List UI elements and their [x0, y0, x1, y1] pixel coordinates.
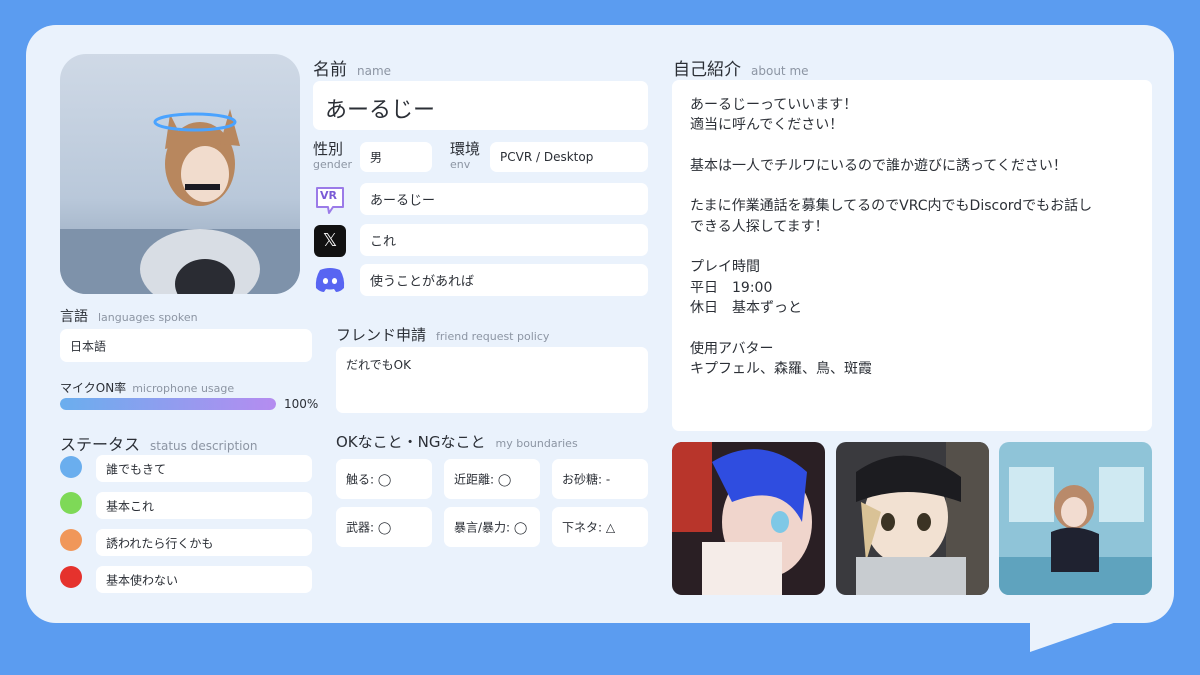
status-sub: status description	[150, 439, 258, 453]
vrchat-field: あーるじー	[360, 183, 648, 215]
friend-sub: friend request policy	[436, 330, 550, 343]
about-text: あーるじーっていいます！ 適当に呼んでください！ 基本は一人でチルワにいるので誰か…	[690, 95, 1134, 379]
vrchat-icon: VR	[314, 184, 346, 216]
status-item-0: 誰でもきて	[96, 455, 312, 482]
name-sub: name	[357, 64, 392, 78]
about-line: キプフェル、森羅、鳥、斑霞	[690, 360, 872, 377]
friend-value: だれでもOK	[346, 358, 411, 372]
status-item-3: 基本使わない	[96, 566, 312, 593]
about-line	[690, 136, 1134, 156]
status-item-1: 基本これ	[96, 492, 312, 519]
boundary-text-0: 触る: ◯	[346, 472, 392, 487]
gallery-photo-2	[836, 442, 989, 595]
name-field: あーるじー	[313, 81, 648, 130]
name-label: 名前	[313, 60, 347, 80]
about-line: たまに作業通話を募集してるのでVRC内でもDiscordでもお話し	[690, 198, 1093, 215]
vrchat-icon-text: VR	[320, 189, 337, 202]
boundary-cell-4: 暴言/暴力: ◯	[444, 507, 540, 547]
friend-label: フレンド申請	[336, 326, 427, 344]
boundaries-sub: my boundaries	[495, 437, 578, 450]
discord-value: 使うことがあれば	[370, 274, 475, 290]
status-header: ステータス status description	[60, 431, 257, 455]
status-text-0: 誰でもきて	[106, 462, 167, 476]
vrchat-value: あーるじー	[370, 193, 436, 209]
gallery-photo-1	[672, 442, 825, 595]
about-line: 適当に呼んでください！	[690, 117, 844, 134]
about-line: あーるじーっていいます！	[690, 97, 858, 113]
boundaries-label: OKなこと・NGなこと	[336, 433, 486, 451]
env-sub: env	[450, 158, 471, 171]
boundary-cell-5: 下ネタ: △	[552, 507, 648, 547]
about-line: 平日 19:00	[690, 279, 773, 296]
discord-field: 使うことがあれば	[360, 264, 648, 296]
gender-label: 性別	[313, 140, 344, 158]
mic-header: マイクON率 microphone usage	[60, 377, 234, 396]
about-line: 使用アバター	[690, 340, 774, 357]
about-label: 自己紹介	[673, 60, 741, 80]
about-line: 休日 基本ずっと	[690, 299, 802, 316]
mic-bar-track	[60, 398, 276, 410]
about-sub: about me	[751, 64, 809, 78]
boundary-text-1: 近距離: ◯	[454, 472, 512, 487]
about-line: プレイ時間	[690, 259, 760, 276]
boundary-text-3: 武器: ◯	[346, 520, 392, 535]
language-header: 言語 languages spoken	[60, 306, 198, 326]
status-label: ステータス	[60, 435, 141, 454]
boundary-text-2: お砂糖: -	[562, 472, 611, 487]
env-field: PCVR / Desktop	[490, 142, 648, 172]
env-header: 環境 env	[450, 140, 481, 171]
status-text-3: 基本使わない	[106, 573, 179, 587]
boundary-cell-0: 触る: ◯	[336, 459, 432, 499]
status-text-2: 誘われたら行くかも	[106, 536, 214, 550]
gender-field: 男	[360, 142, 432, 172]
x-icon: 𝕏	[314, 225, 346, 257]
language-value: 日本語	[70, 339, 107, 353]
boundary-text-5: 下ネタ: △	[562, 520, 616, 535]
gallery-photo-3	[999, 442, 1152, 595]
boundary-cell-2: お砂糖: -	[552, 459, 648, 499]
about-line	[690, 318, 1134, 338]
status-dot-3	[60, 566, 82, 588]
boundary-text-4: 暴言/暴力: ◯	[454, 520, 528, 535]
x-icon-text: 𝕏	[322, 230, 338, 251]
boundary-cell-1: 近距離: ◯	[444, 459, 540, 499]
status-dot-2	[60, 529, 82, 551]
mic-percent: 100%	[284, 397, 319, 411]
discord-icon	[314, 266, 346, 294]
speech-bubble-tail	[1030, 618, 1128, 652]
x-value: これ	[370, 234, 397, 250]
gender-value: 男	[370, 150, 383, 165]
language-sub: languages spoken	[98, 311, 198, 324]
env-value: PCVR / Desktop	[500, 150, 594, 164]
about-line: 基本は一人でチルワにいるので誰か遊びに誘ってください！	[690, 157, 1067, 174]
gender-header: 性別 gender	[313, 140, 352, 171]
about-line	[690, 176, 1134, 196]
friend-header: フレンド申請 friend request policy	[336, 324, 549, 345]
gender-sub: gender	[313, 158, 352, 171]
name-header: 名前 name	[313, 55, 391, 80]
about-field: あーるじーっていいます！ 適当に呼んでください！ 基本は一人でチルワにいるので誰か…	[672, 80, 1152, 431]
name-value: あーるじー	[325, 98, 436, 123]
status-item-2: 誘われたら行くかも	[96, 529, 312, 556]
env-label: 環境	[450, 140, 481, 158]
language-field: 日本語	[60, 329, 312, 362]
status-dot-0	[60, 456, 82, 478]
mic-sub: microphone usage	[132, 382, 235, 395]
mic-bar-fill	[60, 398, 276, 410]
about-header: 自己紹介 about me	[673, 55, 809, 80]
about-line: できる人探してます！	[690, 218, 829, 235]
mic-label: マイクON率	[60, 381, 127, 395]
boundary-cell-3: 武器: ◯	[336, 507, 432, 547]
avatar-photo	[60, 54, 300, 294]
status-text-1: 基本これ	[106, 499, 155, 513]
boundaries-header: OKなこと・NGなこと my boundaries	[336, 431, 578, 452]
about-line	[690, 237, 1134, 257]
status-dot-1	[60, 492, 82, 514]
friend-field: だれでもOK	[336, 347, 648, 413]
x-field: これ	[360, 224, 648, 256]
language-label: 言語	[60, 309, 88, 325]
